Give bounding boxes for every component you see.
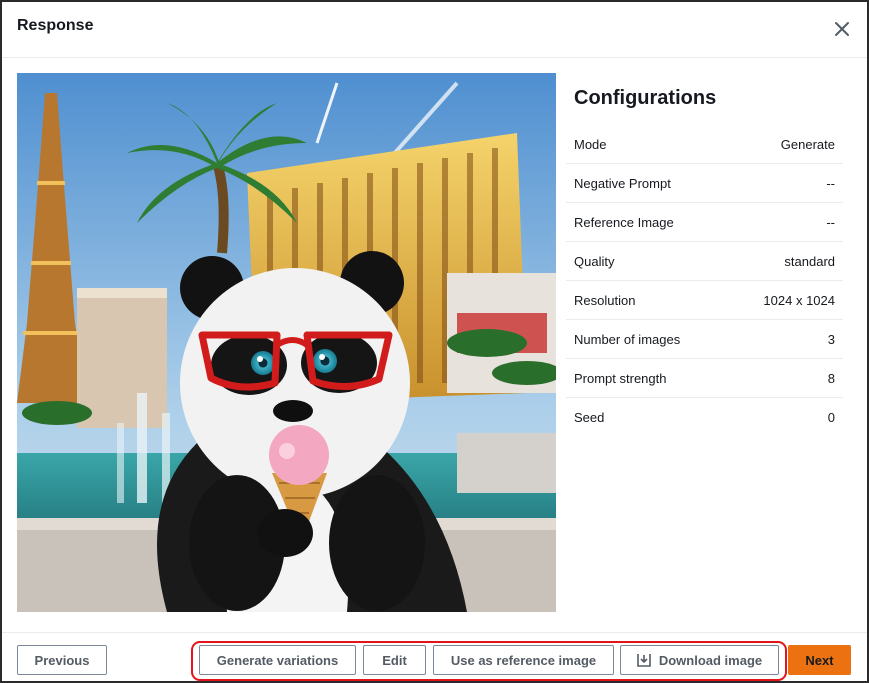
modal-title: Response <box>17 17 94 34</box>
config-row-quality: Quality standard <box>566 242 843 281</box>
response-modal: Response Configurations Mode Generate Ne… <box>0 0 869 683</box>
modal-header: Response <box>2 2 867 58</box>
next-button[interactable]: Next <box>788 645 851 675</box>
config-value: standard <box>784 253 835 269</box>
config-label: Seed <box>574 410 605 425</box>
config-label: Quality <box>574 253 615 269</box>
config-label: Negative Prompt <box>574 175 671 191</box>
config-value: Generate <box>780 136 835 152</box>
config-row-negative-prompt: Negative Prompt -- <box>566 164 843 203</box>
use-as-reference-button[interactable]: Use as reference image <box>433 645 614 675</box>
config-value: 8 <box>827 370 835 386</box>
config-value: -- <box>826 214 835 230</box>
close-icon[interactable] <box>831 18 853 40</box>
download-label: Download image <box>658 652 763 668</box>
config-value: -- <box>826 175 835 191</box>
config-value: 3 <box>827 331 835 347</box>
config-row-reference-image: Reference Image -- <box>566 203 843 242</box>
download-image-button[interactable]: Download image <box>620 645 779 675</box>
config-value: 0 <box>827 410 835 425</box>
config-row-prompt-strength: Prompt strength 8 <box>566 359 843 398</box>
download-icon <box>637 653 651 667</box>
config-value: 1024 x 1024 <box>763 292 835 308</box>
config-label: Number of images <box>574 331 681 347</box>
config-label: Mode <box>574 136 607 152</box>
config-row-resolution: Resolution 1024 x 1024 <box>566 281 843 320</box>
config-row-mode: Mode Generate <box>566 125 843 164</box>
generate-variations-button[interactable]: Generate variations <box>199 645 356 675</box>
generated-image <box>17 73 556 612</box>
config-label: Reference Image <box>574 214 674 230</box>
modal-footer: Previous Generate variations Edit Use as… <box>2 632 867 683</box>
configurations-panel: Configurations Mode Generate Negative Pr… <box>566 73 843 437</box>
edit-button[interactable]: Edit <box>363 645 426 675</box>
config-row-seed: Seed 0 <box>566 398 843 437</box>
config-label: Prompt strength <box>574 370 667 386</box>
previous-button[interactable]: Previous <box>17 645 107 675</box>
configurations-heading: Configurations <box>574 87 717 109</box>
config-label: Resolution <box>574 292 636 308</box>
config-row-number-of-images: Number of images 3 <box>566 320 843 359</box>
